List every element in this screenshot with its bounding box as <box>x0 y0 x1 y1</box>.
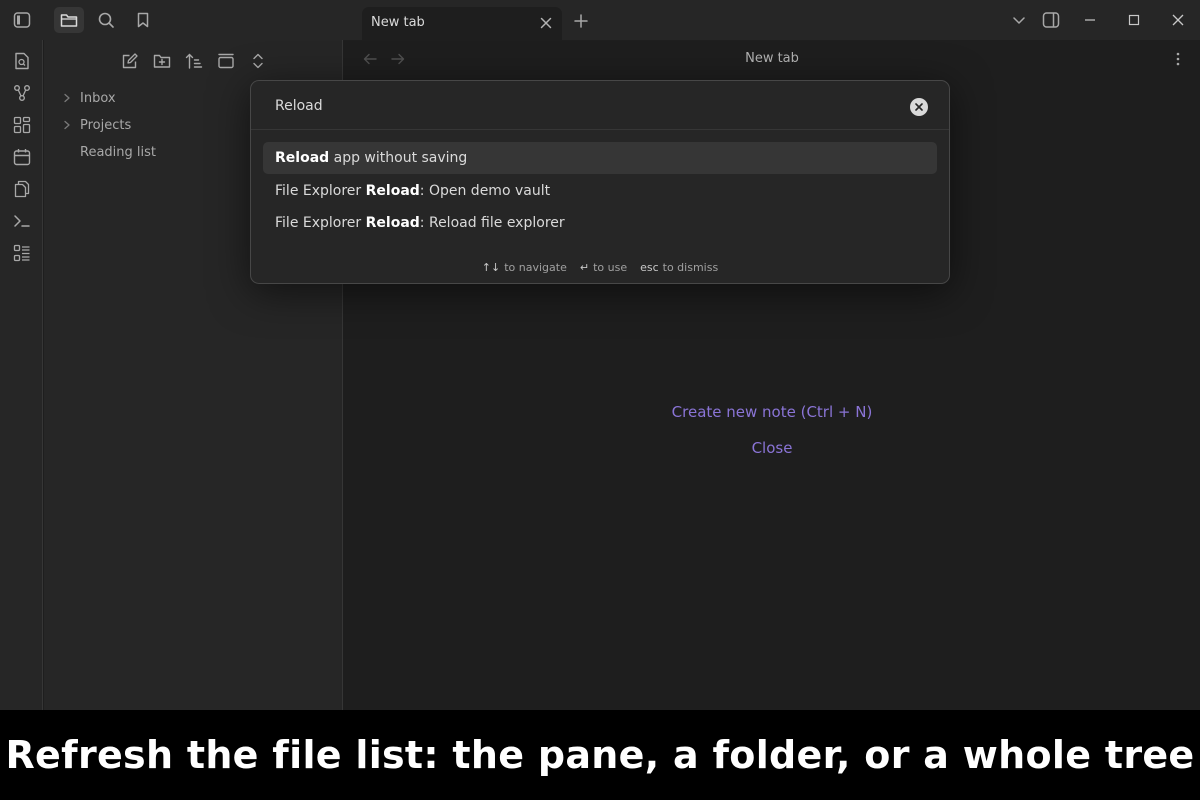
chevron-right-icon[interactable] <box>58 120 76 130</box>
canvas-icon[interactable] <box>11 114 33 136</box>
match-highlight: Reload <box>365 183 420 199</box>
open-quick-switcher-icon[interactable] <box>11 50 33 72</box>
right-sidebar-icon[interactable] <box>1039 9 1063 31</box>
tree-folder-projects[interactable]: Projects <box>58 114 131 136</box>
hint-use: ↵ to use <box>579 261 628 274</box>
command-search-input[interactable] <box>275 98 875 114</box>
tree-item-label: Inbox <box>80 90 116 106</box>
close-link[interactable]: Close <box>344 439 1200 457</box>
tree-file-reading-list[interactable]: Reading list <box>58 141 156 163</box>
caption-text: Refresh the file list: the pane, a folde… <box>5 733 1195 777</box>
tab-title: New tab <box>371 15 425 30</box>
tree-item-label: Reading list <box>80 144 156 160</box>
divider <box>251 129 949 130</box>
more-options-icon[interactable] <box>1172 49 1184 69</box>
command-result-open-demo-vault[interactable]: File Explorer Reload: Open demo vault <box>263 175 937 207</box>
command-result-reload-app[interactable]: Reload app without saving <box>263 142 937 174</box>
tree-item-label: Projects <box>80 117 132 133</box>
maximize-icon[interactable] <box>1122 9 1146 31</box>
sort-icon[interactable] <box>182 50 206 72</box>
match-highlight: Reload <box>275 150 330 166</box>
expand-collapse-icon[interactable] <box>246 50 270 72</box>
sidebar-toggle-icon[interactable] <box>7 7 37 33</box>
window-close-icon[interactable] <box>1166 9 1190 31</box>
chevron-down-icon[interactable] <box>1007 9 1031 31</box>
tree-folder-inbox[interactable]: Inbox <box>58 87 116 109</box>
hint-dismiss: esc to dismiss <box>640 261 719 274</box>
daily-note-icon[interactable] <box>11 146 33 168</box>
folder-icon[interactable] <box>54 7 84 33</box>
command-palette-icon[interactable] <box>11 210 33 232</box>
tab-new-tab[interactable]: New tab <box>362 7 562 40</box>
hint-navigate: ↑↓ to navigate <box>481 261 567 274</box>
slides-icon[interactable] <box>11 242 33 264</box>
ribbon <box>0 40 43 710</box>
chevron-right-icon[interactable] <box>58 93 76 103</box>
title-bar: New tab <box>0 0 1200 40</box>
command-result-reload-file-explorer[interactable]: File Explorer Reload: Reload file explor… <box>263 207 937 239</box>
view-header-title: New tab <box>745 51 799 66</box>
plus-icon[interactable] <box>570 10 592 32</box>
collapse-view-icon[interactable] <box>214 50 238 72</box>
command-palette: Reload app without saving File Explorer … <box>250 80 950 284</box>
templates-icon[interactable] <box>11 178 33 200</box>
graph-view-icon[interactable] <box>11 82 33 104</box>
new-note-icon[interactable] <box>118 50 142 72</box>
palette-hints: ↑↓ to navigate ↵ to use esc to dismiss <box>251 261 949 274</box>
clear-search-icon[interactable] <box>910 98 928 116</box>
new-folder-icon[interactable] <box>150 50 174 72</box>
search-icon[interactable] <box>91 7 121 33</box>
match-highlight: Reload <box>365 215 420 231</box>
caption-bar: Refresh the file list: the pane, a folde… <box>0 710 1200 800</box>
create-new-note-link[interactable]: Create new note (Ctrl + N) <box>344 403 1200 421</box>
close-icon[interactable] <box>538 15 554 31</box>
minimize-icon[interactable] <box>1078 9 1102 31</box>
bookmark-icon[interactable] <box>128 7 158 33</box>
